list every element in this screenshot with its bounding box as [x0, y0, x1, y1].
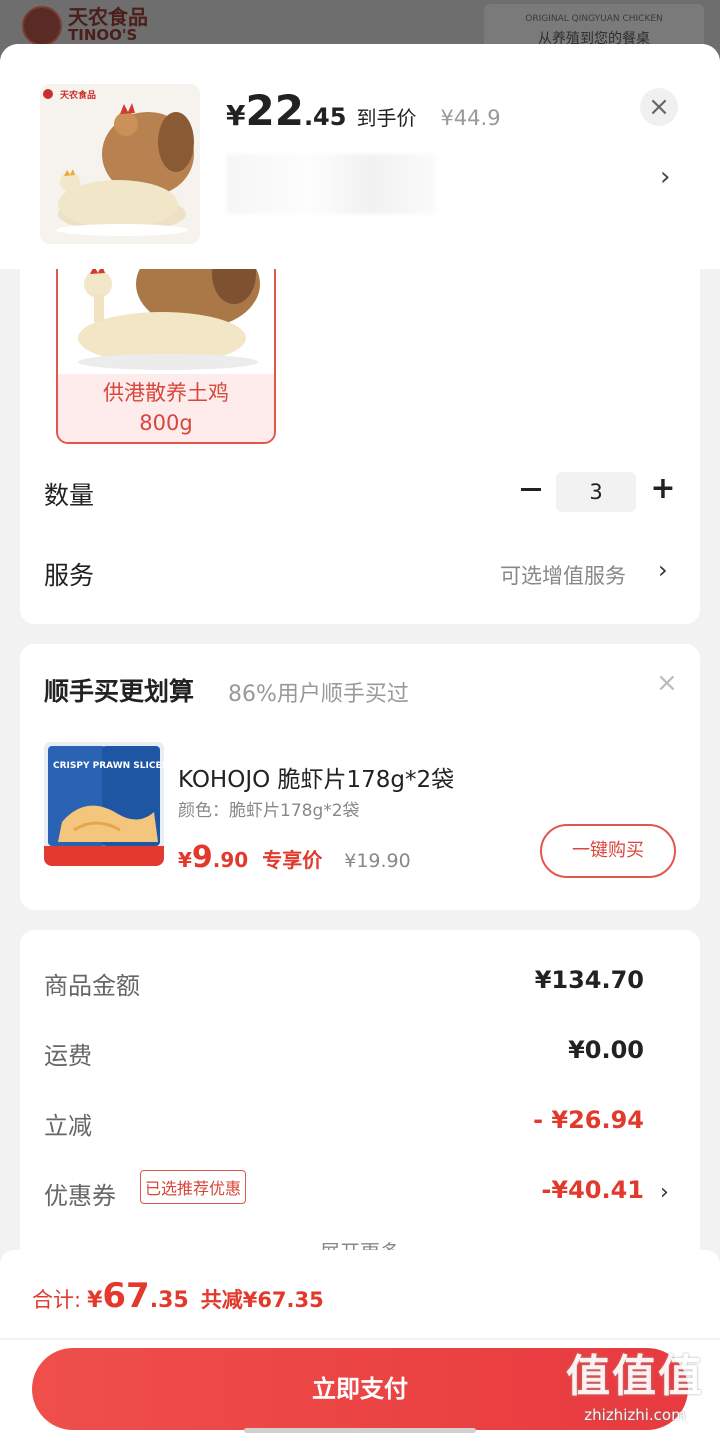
upsell-subtitle: 86%用户顺手买过	[228, 682, 409, 707]
original-price: ¥44.9	[440, 106, 501, 130]
summary-label: 立减	[44, 1112, 92, 1140]
watermark-url: zhizhizhi.com	[584, 1406, 686, 1424]
upsell-price-integer: 9	[191, 840, 213, 875]
close-icon[interactable]: ×	[656, 668, 678, 698]
spec-card: 供港散养土鸡 800g 数量 3 + 服务 可选增值服务 ›	[20, 244, 700, 624]
purchase-sheet: 天农食品 ¥ 22 .45 到手价 ¥44.9 × › 供港散养土鸡 800g …	[0, 44, 720, 1436]
product-thumbnail[interactable]: 天农食品	[40, 84, 200, 244]
chevron-right-icon[interactable]: ›	[658, 556, 668, 584]
order-summary-card: 商品金额 ¥134.70 运费 ¥0.00 立减 - ¥26.94 优惠券 已选…	[20, 930, 700, 1270]
upsell-card: 顺手买更划算 86%用户顺手买过 × CRISPY PRAWN SLICES K…	[20, 644, 700, 910]
variant-weight: 800g	[139, 411, 193, 435]
brand-name-cn: 天农食品	[68, 5, 148, 29]
summary-row-coupon[interactable]: 优惠券 已选推荐优惠 -¥40.41	[44, 1170, 644, 1216]
minus-icon	[521, 487, 541, 491]
brand-logo-badge-icon	[22, 6, 62, 46]
product-header: 天农食品 ¥ 22 .45 到手价 ¥44.9 × ›	[0, 44, 720, 269]
total-row: 合计: ¥ 67 .35 共减¥67.35	[32, 1276, 324, 1316]
home-indicator[interactable]	[244, 1428, 476, 1433]
quantity-label: 数量	[44, 481, 95, 510]
summary-label: 优惠券	[44, 1182, 116, 1210]
service-value[interactable]: 可选增值服务	[500, 560, 626, 590]
close-icon[interactable]: ×	[640, 88, 678, 126]
chevron-right-icon[interactable]: ›	[660, 162, 670, 192]
upsell-price-currency: ¥	[178, 848, 192, 872]
price-decimal: .45	[303, 103, 347, 131]
summary-value: -¥40.41	[541, 1176, 644, 1204]
final-price-tag: 到手价	[356, 106, 417, 130]
site-watermark: 值值值 zhizhizhi.com	[560, 1350, 710, 1434]
variant-name: 供港散养土鸡	[103, 381, 229, 405]
total-saved: 共减¥67.35	[200, 1288, 324, 1312]
product-title-blurred	[226, 154, 436, 214]
total-label: 合计:	[32, 1288, 82, 1312]
quantity-minus-button[interactable]	[516, 474, 546, 504]
upsell-price-decimal: .90	[212, 848, 249, 872]
upsell-title: 顺手买更划算	[44, 677, 195, 706]
chevron-right-icon[interactable]: ›	[660, 1180, 669, 1205]
chicken-image-icon: 天农食品	[40, 84, 200, 244]
summary-row: 运费 ¥0.00	[44, 1036, 644, 1076]
upsell-product-image[interactable]: CRISPY PRAWN SLICES	[44, 742, 164, 866]
prawn-chips-icon: CRISPY PRAWN SLICES	[44, 742, 164, 866]
upsell-price-row: ¥ 9 .90 专享价 ¥19.90	[178, 840, 411, 875]
service-label: 服务	[44, 561, 95, 590]
watermark-logo: 值值值	[566, 1351, 704, 1402]
summary-row: 立减 - ¥26.94	[44, 1106, 644, 1146]
upsell-product-color: 颜色：脆虾片178g*2袋	[178, 801, 360, 821]
brand-logo: 天农食品 TINOO'S	[22, 6, 182, 46]
summary-label: 商品金额	[44, 972, 140, 1000]
upsell-price-tag: 专享价	[262, 848, 323, 872]
variant-label: 供港散养土鸡 800g	[58, 374, 274, 442]
total-integer: 67	[102, 1276, 150, 1316]
upsell-product-name[interactable]: KOHOJO 脆虾片178g*2袋	[178, 760, 454, 794]
svg-text:天农食品: 天农食品	[60, 89, 96, 101]
price-integer: 22	[245, 86, 304, 135]
coupon-tag: 已选推荐优惠	[140, 1170, 247, 1204]
summary-value: ¥0.00	[568, 1036, 644, 1064]
summary-row: 商品金额 ¥134.70	[44, 966, 644, 1006]
total-currency: ¥	[87, 1288, 103, 1313]
quantity-plus-button[interactable]: +	[648, 474, 678, 504]
divider	[0, 1338, 720, 1340]
summary-value: - ¥26.94	[533, 1106, 644, 1134]
total-decimal: .35	[149, 1288, 189, 1313]
price-row: ¥ 22 .45 到手价 ¥44.9	[226, 86, 501, 135]
variant-option-selected[interactable]: 供港散养土鸡 800g	[56, 244, 276, 444]
quantity-input[interactable]: 3	[556, 472, 636, 512]
summary-value: ¥134.70	[534, 966, 644, 994]
upsell-original-price: ¥19.90	[344, 850, 411, 872]
chips-brand-text: CRISPY PRAWN SLICES	[53, 761, 164, 771]
summary-label: 运费	[44, 1042, 92, 1070]
price-currency: ¥	[226, 99, 246, 132]
banner-small-text: ORIGINAL QINGYUAN CHICKEN	[525, 14, 663, 24]
one-click-buy-button[interactable]: 一键购买	[540, 824, 676, 878]
brand-name-en: TINOO'S	[68, 26, 138, 44]
